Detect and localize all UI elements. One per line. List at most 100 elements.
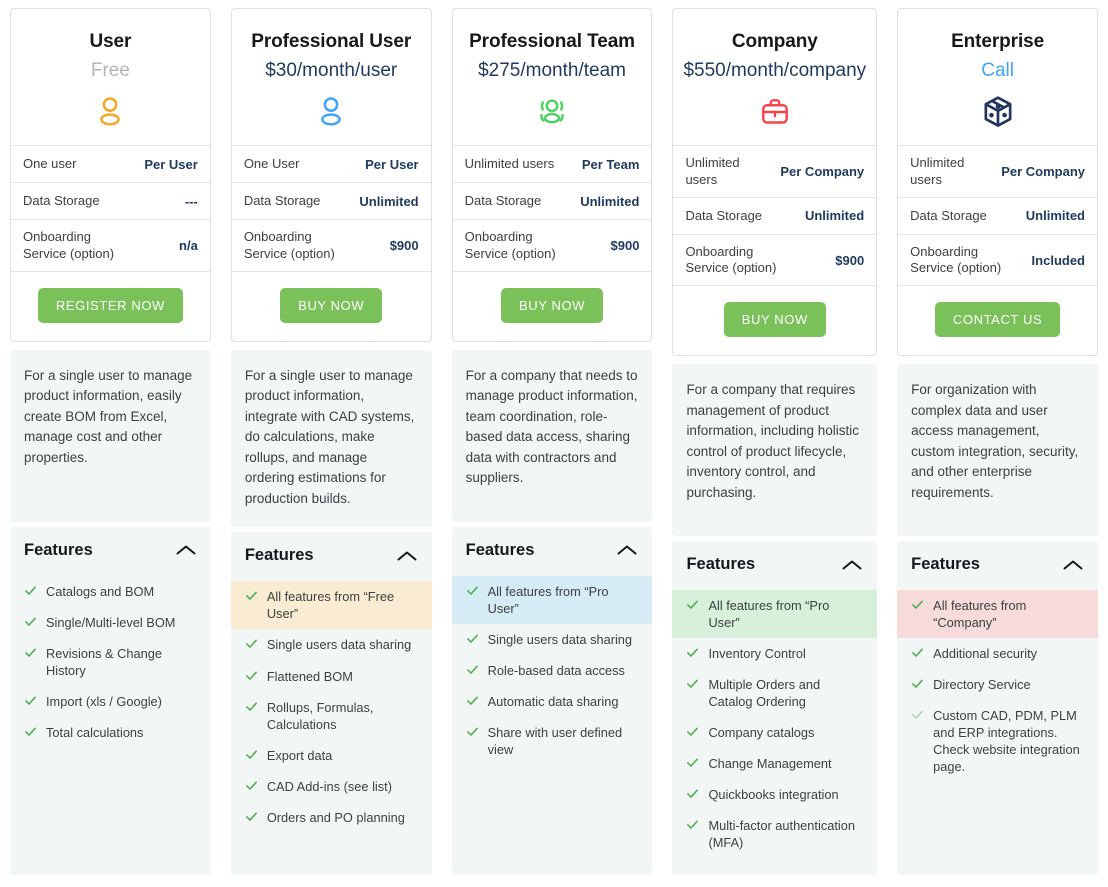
plan-description: For a single user to manage product info… <box>230 349 432 528</box>
plan-card: User Free One user Per User Data Storage --- O… <box>10 8 211 342</box>
feature-label: All features from “Pro User” <box>708 598 830 631</box>
spec-row: Onboarding Service (option) Included <box>898 235 1097 287</box>
features-list: All features from “Pro User” Single users… <box>451 575 653 765</box>
feature-item: Custom CAD, PDM, PLM and ERP integration… <box>897 700 1098 782</box>
plan-features-panel: Features All features from “Pro User” Sing… <box>451 526 653 875</box>
plan-column-enterprise: Enterprise Call Unlimited users Per Company… <box>887 0 1108 887</box>
plan-header: User Free <box>11 9 210 147</box>
features-toggle[interactable]: Features <box>672 555 877 574</box>
spec-label: Unlimited users <box>910 155 965 187</box>
checkmark-icon <box>687 679 699 689</box>
feature-item: Inventory Control <box>672 638 877 669</box>
spec-label: Onboarding Service (option) <box>243 229 335 261</box>
features-toggle[interactable]: Features <box>452 541 653 560</box>
spec-label: Unlimited users <box>685 155 740 187</box>
plan-description: For organization with complex data and u… <box>897 364 1098 537</box>
plan-name: Enterprise <box>951 31 1045 52</box>
chevron-up-icon[interactable] <box>396 549 418 563</box>
feature-label: Change Management <box>708 756 832 772</box>
checkmark-icon <box>245 812 257 821</box>
plan-price: $30/month/user <box>265 59 398 81</box>
feature-label: Share with user defined view <box>487 724 623 757</box>
feature-label: Revisions & Change History <box>46 645 162 678</box>
feature-item: Total calculations <box>10 717 211 748</box>
features-toggle[interactable]: Features <box>897 555 1098 574</box>
spec-row: Data Storage Unlimited <box>231 183 431 221</box>
cta-container: REGISTER NOW <box>11 272 210 341</box>
spec-value: --- <box>184 193 198 209</box>
feature-label: Catalogs and BOM <box>46 583 155 599</box>
checkmark-icon <box>912 600 924 610</box>
plan-features-panel: Features All features from “Pro User” Inve… <box>672 541 878 875</box>
plan-cta-button[interactable]: BUY NOW <box>280 287 383 323</box>
features-toggle[interactable]: Features <box>10 541 211 560</box>
plan-description: For a company that requires management o… <box>672 364 878 537</box>
features-title: Features <box>244 546 314 565</box>
plan-features-panel: Features All features from “Free User” Sin… <box>230 532 432 875</box>
feature-item: Import (xls / Google) <box>10 686 211 717</box>
chevron-up-icon[interactable] <box>1062 558 1084 572</box>
plan-header: Enterprise Call <box>898 9 1097 147</box>
checkmark-icon <box>245 702 257 711</box>
spec-row: Onboarding Service (option) $900 <box>452 220 652 272</box>
chevron-up-icon[interactable] <box>175 543 197 557</box>
chevron-up-icon[interactable] <box>841 558 863 572</box>
features-toggle[interactable]: Features <box>231 546 432 565</box>
plan-price: Free <box>90 59 130 81</box>
plan-cta-button[interactable]: BUY NOW <box>500 287 604 323</box>
feature-label: Inventory Control <box>708 646 806 662</box>
checkmark-icon <box>687 727 699 737</box>
spec-label: Onboarding Service (option) <box>910 243 1002 276</box>
checkmark-icon <box>245 592 257 601</box>
feature-item: All features from “Free User” <box>230 581 432 630</box>
cta-container: BUY NOW <box>232 272 431 341</box>
plan-cta-button[interactable]: CONTACT US <box>934 302 1061 338</box>
checkmark-icon <box>466 634 478 643</box>
chevron-up-icon[interactable] <box>616 543 638 557</box>
spec-label: Data Storage <box>464 193 542 209</box>
spec-value: Unlimited <box>804 208 865 224</box>
team-users-icon <box>463 95 642 129</box>
plan-name: Professional Team <box>469 31 635 52</box>
feature-item: Rollups, Formulas, Calculations <box>231 692 432 740</box>
feature-label: All features from “Free User” <box>266 589 395 622</box>
plan-card: Professional User $30/month/user One User P… <box>230 8 432 342</box>
checkmark-icon <box>25 617 36 626</box>
plan-price: $550/month/company <box>683 59 867 81</box>
plan-cta-button[interactable]: BUY NOW <box>723 302 826 338</box>
cta-container: BUY NOW <box>673 286 876 355</box>
spec-label: Onboarding Service (option) <box>464 229 556 261</box>
features-title: Features <box>911 555 980 574</box>
checkmark-icon <box>245 640 257 649</box>
features-list: All features from “Pro User” Inventory Co… <box>672 590 878 858</box>
spec-label: Data Storage <box>685 207 763 223</box>
checkmark-icon <box>687 758 699 768</box>
spec-row: Data Storage Unlimited <box>673 198 877 235</box>
feature-item: Multiple Orders and Catalog Ordering <box>672 669 877 717</box>
checkmark-icon <box>466 586 478 595</box>
plan-cta-button[interactable]: REGISTER NOW <box>37 287 183 323</box>
feature-label: Flattened BOM <box>266 668 353 684</box>
feature-label: All features from “Company” <box>933 598 1027 631</box>
feature-item: Single/Multi-level BOM <box>10 607 211 638</box>
spec-row: Data Storage Unlimited <box>898 198 1097 235</box>
plan-name: Company <box>731 31 818 52</box>
feature-label: Company catalogs <box>708 725 815 741</box>
spec-value: Unlimited <box>1025 208 1085 224</box>
feature-item: Revisions & Change History <box>10 638 211 686</box>
checkmark-icon <box>245 750 257 759</box>
plan-column-company: Company $550/month/company Unlimited users… <box>662 0 887 887</box>
spec-value: $900 <box>389 238 419 254</box>
feature-label: Rollups, Formulas, Calculations <box>266 699 374 732</box>
feature-item: Company catalogs <box>672 717 877 748</box>
cube-box-icon <box>908 95 1087 129</box>
checkmark-icon <box>25 648 36 657</box>
spec-value: Unlimited <box>359 193 419 209</box>
feature-label: Import (xls / Google) <box>46 693 162 709</box>
features-list: Catalogs and BOM Single/Multi-level BOM Re… <box>10 576 211 748</box>
feature-item: Change Management <box>672 748 877 779</box>
checkmark-icon <box>466 665 478 674</box>
spec-label: Data Storage <box>910 207 987 223</box>
plan-header: Professional Team $275/month/team <box>452 9 652 147</box>
spec-label: Onboarding Service (option) <box>685 243 777 276</box>
